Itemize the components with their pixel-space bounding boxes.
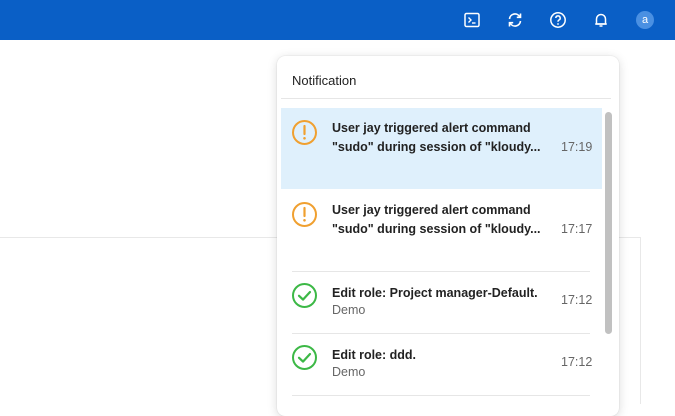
avatar[interactable]: a bbox=[636, 11, 654, 29]
notification-panel: Notification User jay triggered alert co… bbox=[277, 56, 619, 416]
notification-item[interactable]: User jay triggered alert command "sudo" … bbox=[281, 108, 602, 189]
notification-item[interactable]: Edit role: ddd. Demo 17:12 bbox=[281, 334, 602, 395]
notification-message: User jay triggered alert command "sudo" … bbox=[332, 201, 552, 239]
notification-time: 17:12 bbox=[561, 355, 593, 369]
check-circle-icon bbox=[292, 345, 317, 370]
warning-icon bbox=[292, 120, 317, 145]
help-icon[interactable] bbox=[546, 8, 570, 32]
notification-message: Edit role: ddd. bbox=[332, 346, 552, 365]
bell-icon[interactable] bbox=[589, 8, 613, 32]
message-line: User jay triggered alert command bbox=[332, 203, 531, 217]
notification-subtitle: Demo bbox=[332, 303, 366, 317]
notification-message: User jay triggered alert command "sudo" … bbox=[332, 119, 552, 157]
refresh-icon[interactable] bbox=[503, 8, 527, 32]
page-border bbox=[640, 237, 641, 404]
message-line: Edit role: ddd. bbox=[332, 348, 417, 362]
divider bbox=[281, 98, 611, 99]
top-bar: a bbox=[0, 0, 675, 40]
check-circle-icon bbox=[292, 283, 317, 308]
notification-item[interactable]: User jay triggered alert command "sudo" … bbox=[281, 190, 602, 271]
divider bbox=[292, 395, 590, 396]
notification-time: 17:17 bbox=[561, 222, 593, 236]
notification-time: 17:12 bbox=[561, 293, 593, 307]
notification-message: Edit role: Project manager-Default. bbox=[332, 284, 552, 303]
warning-icon bbox=[292, 202, 317, 227]
notification-item[interactable]: Edit role: Project manager-Default. Demo… bbox=[281, 272, 602, 333]
message-line: "sudo" during session of "kloudy... bbox=[332, 140, 541, 154]
notification-time: 17:19 bbox=[561, 140, 593, 154]
message-line: Edit role: Project manager-Default. bbox=[332, 286, 538, 300]
message-line: User jay triggered alert command bbox=[332, 121, 531, 135]
panel-title: Notification bbox=[292, 73, 357, 88]
message-line: "sudo" during session of "kloudy... bbox=[332, 222, 541, 236]
scrollbar-thumb[interactable] bbox=[605, 112, 612, 334]
notification-subtitle: Demo bbox=[332, 365, 366, 379]
terminal-icon[interactable] bbox=[460, 8, 484, 32]
